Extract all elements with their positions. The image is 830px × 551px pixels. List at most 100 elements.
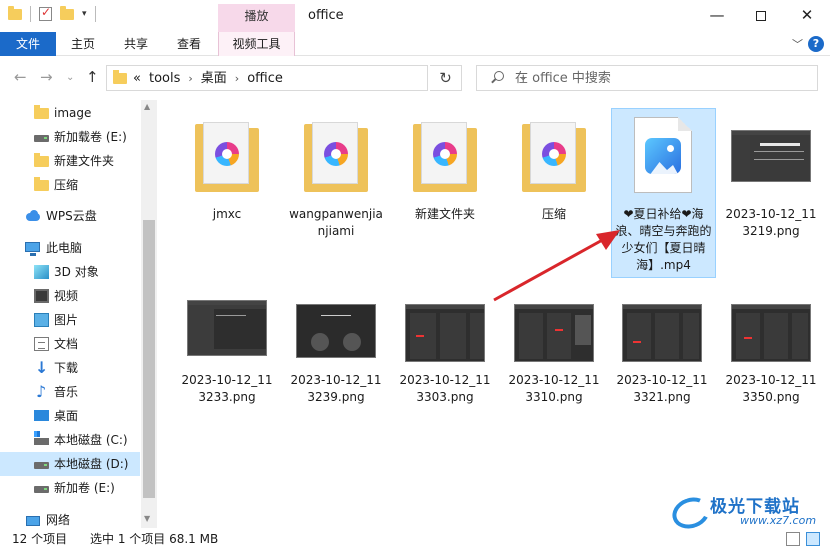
tab-video-tools[interactable]: 视频工具 <box>218 32 295 56</box>
file-item-folder[interactable]: wangpanwenjianjiami <box>285 110 387 238</box>
file-item-image[interactable]: 2023-10-12_113233.png <box>176 286 278 410</box>
drive-icon <box>34 135 49 142</box>
search-input[interactable] <box>515 69 805 87</box>
new-folder-icon[interactable] <box>60 5 74 20</box>
sidebar-item-videos[interactable]: 视频 <box>0 284 140 308</box>
file-name: wangpanwenjianjiami <box>289 207 383 238</box>
properties-icon[interactable] <box>39 5 52 21</box>
file-name: 2023-10-12_113233.png <box>181 373 273 404</box>
sidebar-item-new-volume-e[interactable]: 新加载卷 (E:) <box>0 125 140 149</box>
recent-locations-button[interactable]: ⌄ <box>66 72 74 83</box>
sidebar-item-label: 3D 对象 <box>54 265 99 279</box>
sidebar-item-documents[interactable]: 文档 <box>0 332 140 356</box>
sidebar-item-label: 新建文件夹 <box>54 154 115 168</box>
arrow-shaft <box>493 236 607 302</box>
file-name: 2023-10-12_113239.png <box>290 373 382 404</box>
file-item-image[interactable]: 2023-10-12_113303.png <box>394 286 496 410</box>
network-icon <box>25 513 40 527</box>
desktop-icon <box>34 410 49 421</box>
tab-home[interactable]: 主页 <box>60 32 106 56</box>
scroll-up-icon[interactable]: ▲ <box>144 102 150 111</box>
maximize-button[interactable] <box>738 0 784 30</box>
sidebar-item-label: 桌面 <box>54 409 79 423</box>
sidebar-item-label: 音乐 <box>54 385 79 399</box>
breadcrumb: « tools › 桌面 › office <box>133 70 283 88</box>
chevron-right-icon[interactable]: › <box>188 70 192 88</box>
navigation-pane: image 新加载卷 (E:) 新建文件夹 压缩 WPS云盘 此电脑 3D 对象… <box>0 100 158 528</box>
watermark: 极光下载站 www.xz7.com <box>670 490 830 530</box>
file-name: 2023-10-12_113310.png <box>508 373 600 404</box>
image-preview-icon <box>645 138 681 174</box>
breadcrumb-tools[interactable]: tools <box>149 70 180 88</box>
sidebar-item-label: 新加卷 (E:) <box>54 481 115 495</box>
chevron-right-icon[interactable]: › <box>235 70 239 88</box>
forward-button[interactable]: → <box>40 68 53 86</box>
sidebar-item-label: 压缩 <box>54 178 79 192</box>
quick-access-toolbar: ▾ <box>8 5 96 22</box>
file-item-image[interactable]: 2023-10-12_113239.png <box>285 286 387 410</box>
image-thumbnail <box>187 300 267 356</box>
customize-toolbar-chevron-icon[interactable]: ▾ <box>82 9 87 19</box>
file-name: 新建文件夹 <box>414 207 475 221</box>
sidebar-item-new-volume-e-2[interactable]: 新加卷 (E:) <box>0 476 140 500</box>
sidebar-item-desktop[interactable]: 桌面 <box>0 404 140 428</box>
folder-icon <box>522 122 586 194</box>
os-drive-icon <box>34 431 49 445</box>
sidebar-item-label: 新加载卷 (E:) <box>54 130 127 144</box>
file-item-folder[interactable]: 压缩 <box>503 110 605 230</box>
sidebar-item-local-disk-c[interactable]: 本地磁盘 (C:) <box>0 428 140 452</box>
file-item-image[interactable]: 2023-10-12_113219.png <box>720 110 822 238</box>
breadcrumb-desktop[interactable]: 桌面 <box>201 70 227 88</box>
search-box[interactable] <box>476 65 818 91</box>
ribbon-tabs: 文件 主页 共享 查看 视频工具 ﹀ ? <box>0 32 830 56</box>
sidebar-item-new-folder[interactable]: 新建文件夹 <box>0 149 140 173</box>
refresh-button[interactable]: ↻ <box>430 65 462 91</box>
sidebar-item-network[interactable]: 网络 <box>0 508 140 528</box>
aurora-logo-icon <box>670 494 704 524</box>
scrollbar-thumb[interactable] <box>143 220 155 498</box>
image-thumbnail <box>405 304 485 362</box>
back-button[interactable]: ← <box>14 68 27 86</box>
picture-icon <box>34 313 49 327</box>
breadcrumb-office[interactable]: office <box>247 70 283 88</box>
minimize-button[interactable]: — <box>694 0 740 30</box>
scroll-down-icon[interactable]: ▼ <box>144 514 150 523</box>
sidebar-item-music[interactable]: 音乐 <box>0 380 140 404</box>
file-list: jmxc wangpanwenjianjiami 新建文件夹 压缩 ❤夏日补给❤… <box>160 100 830 528</box>
sidebar-item-3d-objects[interactable]: 3D 对象 <box>0 260 140 284</box>
details-view-button[interactable] <box>786 532 800 546</box>
tab-view[interactable]: 查看 <box>166 32 212 56</box>
sidebar-scrollbar[interactable]: ▲ ▼ <box>141 100 157 528</box>
file-item-image[interactable]: 2023-10-12_113350.png <box>720 286 822 410</box>
sidebar-item-wps-cloud[interactable]: WPS云盘 <box>0 204 140 228</box>
sidebar-item-compress[interactable]: 压缩 <box>0 173 140 197</box>
file-item-folder[interactable]: jmxc <box>176 110 278 230</box>
help-icon[interactable]: ? <box>808 36 824 52</box>
tab-file[interactable]: 文件 <box>0 32 56 56</box>
breadcrumb-overflow[interactable]: « <box>133 70 141 88</box>
file-name: 2023-10-12_113219.png <box>725 207 817 238</box>
up-button[interactable]: ↑ <box>86 68 99 86</box>
file-name: 压缩 <box>541 207 566 221</box>
sidebar-item-label: 下载 <box>54 361 79 375</box>
tab-share[interactable]: 共享 <box>112 32 160 56</box>
selection-info: 选中 1 个项目 68.1 MB <box>90 532 219 546</box>
close-button[interactable]: ✕ <box>784 0 830 30</box>
sidebar-item-label: image <box>54 106 92 120</box>
large-icons-view-button[interactable] <box>806 532 820 546</box>
folder-icon <box>8 5 22 20</box>
folder-icon <box>34 105 49 119</box>
file-name: 2023-10-12_113303.png <box>399 373 491 404</box>
sidebar-item-local-disk-d[interactable]: 本地磁盘 (D:) <box>0 452 140 476</box>
address-bar[interactable]: « tools › 桌面 › office ⌄ <box>106 65 527 91</box>
sidebar-item-this-pc[interactable]: 此电脑 <box>0 236 140 260</box>
sidebar-item-image[interactable]: image <box>0 101 140 125</box>
expand-ribbon-chevron-icon[interactable]: ﹀ <box>792 36 803 52</box>
drive-icon <box>34 462 49 469</box>
folder-icon <box>413 122 477 194</box>
file-item-folder[interactable]: 新建文件夹 <box>394 110 496 230</box>
address-row: ← → ⌄ ↑ « tools › 桌面 › office ⌄ ↻ <box>0 60 830 96</box>
file-name: 2023-10-12_113321.png <box>616 373 708 404</box>
sidebar-item-pictures[interactable]: 图片 <box>0 308 140 332</box>
sidebar-item-downloads[interactable]: 下载 <box>0 356 140 380</box>
